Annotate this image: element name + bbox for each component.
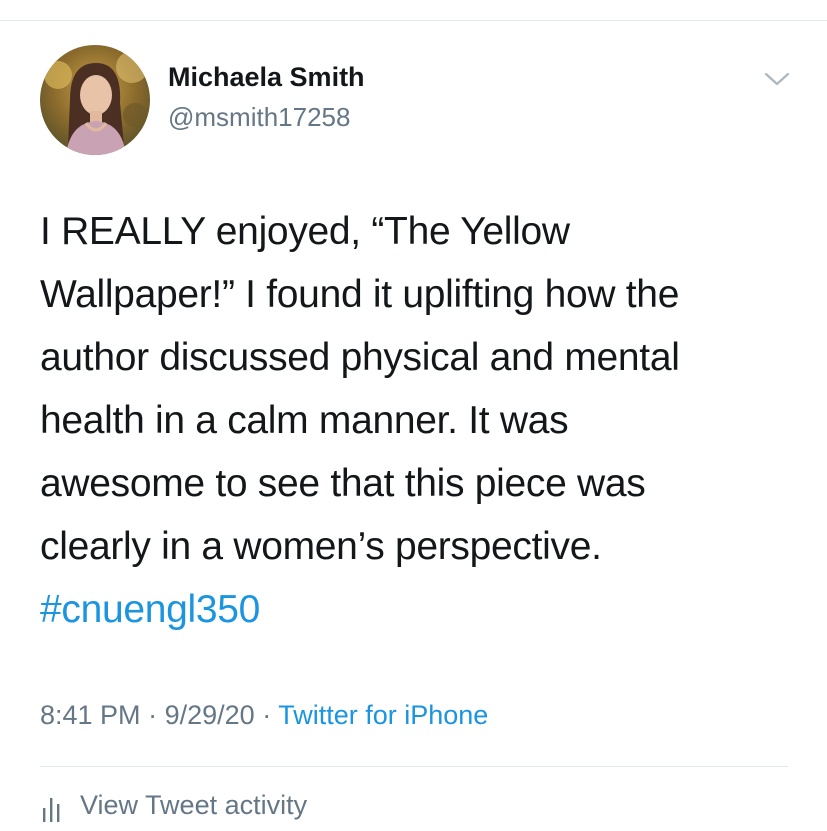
bottom-divider bbox=[40, 766, 788, 767]
tweet-time: 8:41 PM bbox=[40, 700, 141, 730]
tweet-meta: 8:41 PM · 9/29/20 · Twitter for iPhone bbox=[40, 700, 488, 731]
tweet-line: Wallpaper!” I found it uplifting how the bbox=[40, 273, 680, 316]
bar-chart-icon bbox=[40, 794, 66, 824]
tweet-line: I REALLY enjoyed, “The Yellow bbox=[40, 210, 570, 253]
tweet-line: clearly in a women’s perspective. bbox=[40, 525, 602, 568]
hashtag-link[interactable]: #cnuengl350 bbox=[40, 578, 800, 641]
view-tweet-activity-label: View Tweet activity bbox=[80, 790, 308, 820]
view-tweet-activity-button[interactable]: View Tweet activity bbox=[40, 790, 308, 824]
tweet-line: health in a calm manner. It was bbox=[40, 399, 569, 442]
tweet-source-link[interactable]: Twitter for iPhone bbox=[278, 700, 488, 730]
meta-separator: · bbox=[148, 700, 158, 730]
tweet-line: awesome to see that this piece was bbox=[40, 462, 646, 505]
tweet-date: 9/29/20 bbox=[164, 700, 255, 730]
tweet-line: author discussed physical and mental bbox=[40, 336, 680, 379]
chevron-down-icon[interactable] bbox=[762, 68, 792, 90]
avatar-photo bbox=[40, 45, 150, 155]
top-divider bbox=[0, 20, 827, 21]
author-name[interactable]: Michaela Smith bbox=[168, 62, 365, 93]
author-handle[interactable]: @msmith17258 bbox=[168, 102, 350, 133]
tweet-text: I REALLY enjoyed, “The Yellow Wallpaper!… bbox=[40, 200, 800, 641]
avatar[interactable] bbox=[40, 45, 150, 155]
meta-separator: · bbox=[262, 700, 272, 730]
